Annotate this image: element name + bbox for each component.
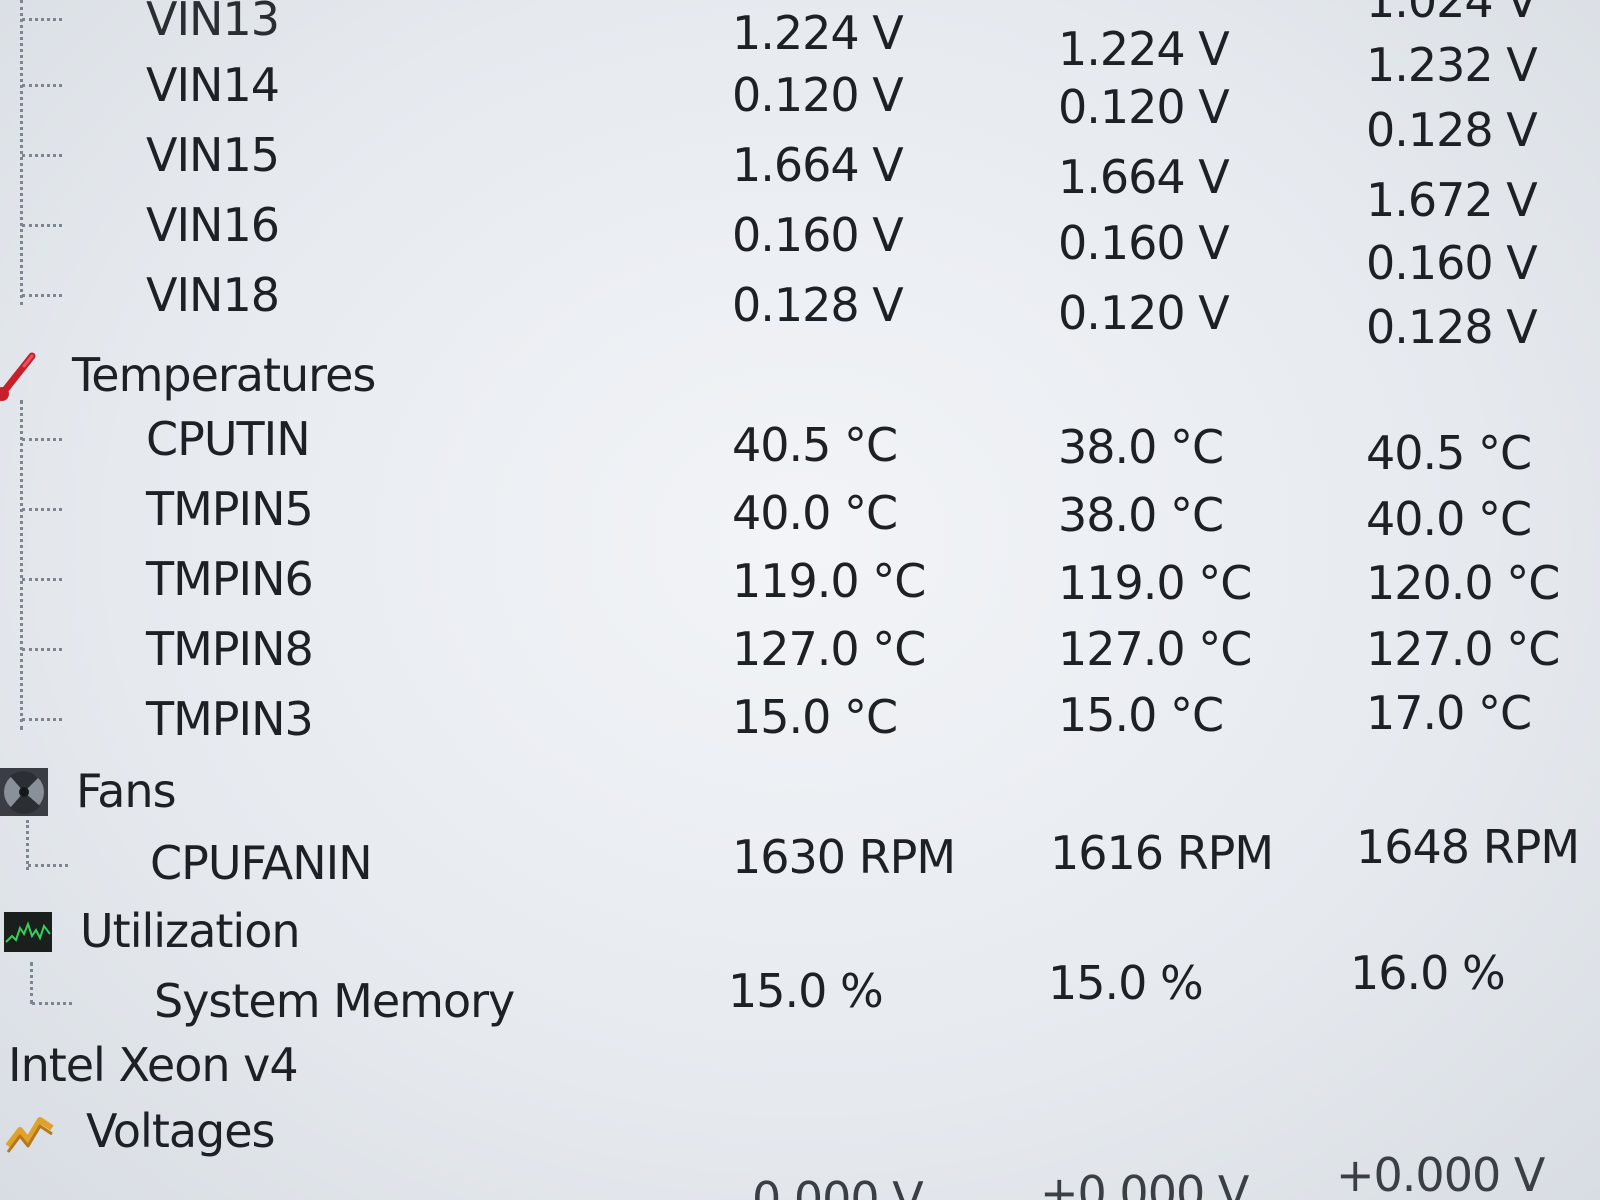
- sensor-row-vin14[interactable]: VIN14 0.120 V 0.120 V 1.232 V: [0, 38, 1600, 134]
- sensor-min: 119.0 °C: [1058, 556, 1252, 610]
- sensor-value: 40.5 °C: [732, 418, 898, 472]
- sensor-max: 120.0 °C: [1366, 556, 1560, 610]
- sensor-name: VIN16: [146, 198, 280, 252]
- sensor-value: 40.0 °C: [732, 486, 898, 540]
- sensor-name: TMPIN6: [146, 552, 314, 606]
- sensor-row-system-memory[interactable]: System Memory 15.0 % 15.0 % 16.0 %: [0, 946, 1600, 1032]
- sensor-max: +0.000 V: [1336, 1148, 1545, 1200]
- hardware-node-intel-xeon[interactable]: Intel Xeon v4: [0, 1030, 1600, 1100]
- sensor-max: 17.0 °C: [1366, 686, 1532, 740]
- tree-branch: [22, 18, 62, 21]
- tree-branch: [22, 154, 62, 157]
- sensor-name: TMPIN3: [146, 692, 314, 746]
- sensor-max: 1.232 V: [1366, 38, 1538, 92]
- sensor-row-voltage-first[interactable]: 0.000 V +0.000 V +0.000 V: [0, 1148, 1600, 1200]
- sensor-value: 127.0 °C: [732, 622, 926, 676]
- sensor-value: 1630 RPM: [732, 830, 956, 884]
- sensor-tree: VIN13 1.224 V 1.224 V 1.024 V VIN14 0.12…: [0, 0, 1600, 1200]
- sensor-max: 0.128 V: [1366, 103, 1538, 157]
- tree-branch: [22, 438, 62, 441]
- tree-branch: [32, 1002, 72, 1005]
- sensor-value: 0.000 V: [752, 1172, 924, 1200]
- sensor-row-tmpin3[interactable]: TMPIN3 15.0 °C 15.0 °C 17.0 °C: [0, 684, 1600, 754]
- sensor-name: System Memory: [154, 974, 515, 1028]
- tree-branch: [28, 864, 68, 867]
- sensor-name: TMPIN5: [146, 482, 314, 536]
- sensor-name: VIN15: [146, 128, 280, 182]
- hardware-label: Intel Xeon v4: [8, 1038, 299, 1092]
- sensor-row-tmpin5[interactable]: TMPIN5 40.0 °C 38.0 °C 40.0 °C: [0, 474, 1600, 546]
- sensor-min: 15.0 %: [1048, 956, 1204, 1010]
- sensor-row-vin15[interactable]: VIN15 1.664 V 1.664 V 0.128 V: [0, 103, 1600, 204]
- sensor-max: 127.0 °C: [1366, 622, 1560, 676]
- sensor-monitor-window: VIN13 1.224 V 1.224 V 1.024 V VIN14 0.12…: [0, 0, 1600, 1200]
- sensor-row-tmpin6[interactable]: TMPIN6 119.0 °C 119.0 °C 120.0 °C: [0, 544, 1600, 614]
- tree-branch: [22, 224, 62, 227]
- sensor-max: 1.672 V: [1366, 173, 1538, 227]
- tree-branch: [22, 84, 62, 87]
- sensor-max: 16.0 %: [1350, 946, 1506, 1000]
- sensor-min: 38.0 °C: [1058, 420, 1224, 474]
- sensor-value: 119.0 °C: [732, 554, 926, 608]
- sensor-min: 38.0 °C: [1058, 488, 1224, 542]
- sensor-row-vin16[interactable]: VIN16 0.160 V 0.160 V 1.672 V: [0, 173, 1600, 270]
- tree-branch: [22, 648, 62, 651]
- tree-branch: [22, 508, 62, 511]
- sensor-min: +0.000 V: [1040, 1166, 1249, 1200]
- group-label: Utilization: [80, 904, 300, 958]
- thermometer-icon: [0, 352, 36, 401]
- sensor-min: 15.0 °C: [1058, 688, 1224, 742]
- sensor-value: 15.0 °C: [732, 690, 898, 744]
- sensor-name: VIN14: [146, 58, 280, 112]
- tree-branch: [22, 718, 62, 721]
- sensor-name: TMPIN8: [146, 622, 314, 676]
- utilization-graph-icon: [4, 912, 52, 952]
- sensor-row-tmpin8[interactable]: TMPIN8 127.0 °C 127.0 °C 127.0 °C: [0, 614, 1600, 684]
- sensor-row-cpufanin[interactable]: CPUFANIN 1630 RPM 1616 RPM 1648 RPM: [0, 820, 1600, 892]
- sensor-name: CPUTIN: [146, 412, 311, 466]
- tree-branch: [22, 578, 62, 581]
- sensor-max: 1648 RPM: [1356, 820, 1580, 874]
- sensor-name: CPUFANIN: [150, 836, 373, 890]
- sensor-row-cputin[interactable]: CPUTIN 40.5 °C 38.0 °C 40.5 °C: [0, 404, 1600, 480]
- sensor-row-vin13[interactable]: VIN13 1.224 V 1.224 V 1.024 V: [0, 0, 1600, 76]
- sensor-max: 0.160 V: [1366, 236, 1538, 290]
- sensor-min: 127.0 °C: [1058, 622, 1252, 676]
- sensor-name: VIN13: [146, 0, 280, 46]
- fan-icon: [0, 768, 48, 816]
- group-temperatures[interactable]: Temperatures: [0, 340, 1600, 410]
- group-label: Fans: [76, 764, 177, 818]
- sensor-value: 15.0 %: [728, 964, 884, 1018]
- sensor-min: 1616 RPM: [1050, 826, 1274, 880]
- group-label: Temperatures: [72, 348, 376, 402]
